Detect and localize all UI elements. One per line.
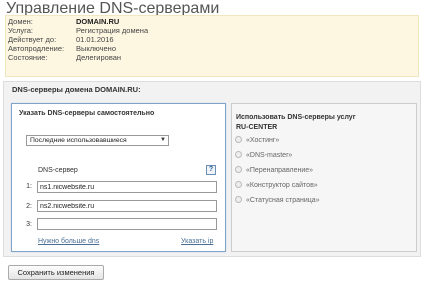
radio-label: «Конструктор сайтов»	[246, 182, 318, 189]
radio-button[interactable]	[235, 196, 242, 203]
radio-button[interactable]	[235, 166, 242, 173]
help-icon[interactable]: ?	[206, 165, 216, 175]
valid-until-label: Действует до:	[8, 35, 57, 44]
domain-label: Домен:	[8, 17, 33, 26]
specify-ip-link[interactable]: Указать ip	[181, 238, 213, 245]
radio-button[interactable]	[235, 136, 242, 143]
info-row-service: Услуга: Регистрация домена	[8, 26, 148, 35]
recent-dns-select-value: Последние использовавшиеся	[30, 137, 127, 144]
service-label: Услуга:	[8, 26, 33, 35]
manual-dns-title: Указать DNS-серверы самостоятельно	[19, 110, 155, 117]
info-row-valid: Действует до: 01.01.2016	[8, 35, 114, 44]
autorenew-value: Выключено	[76, 44, 116, 53]
service-value: Регистрация домена	[76, 26, 149, 35]
dns-server-2-input[interactable]	[37, 200, 217, 212]
state-value: Делегирован	[76, 53, 122, 62]
radio-label: «Статусная страница»	[246, 197, 320, 204]
info-row-domain: Домен: DOMAIN.RU	[8, 17, 119, 26]
radio-option-status-page[interactable]: «Статусная страница»	[235, 196, 320, 206]
recent-dns-select[interactable]: Последние использовавшиеся ▼	[26, 135, 169, 146]
radio-label: «Перенаправление»	[246, 167, 314, 174]
dns-row-number: 1:	[26, 183, 32, 190]
radio-option-dns-master[interactable]: «DNS-master»	[235, 151, 292, 161]
autorenew-label: Автопродление:	[8, 44, 65, 53]
radio-button[interactable]	[235, 181, 242, 188]
dns-server-3-input[interactable]	[37, 218, 217, 230]
radio-option-site-builder[interactable]: «Конструктор сайтов»	[235, 181, 318, 191]
save-button[interactable]: Сохранить изменения	[8, 265, 104, 280]
valid-until-value: 01.01.2016	[76, 35, 114, 44]
dns-server-1-input[interactable]	[37, 181, 217, 193]
radio-label: «DNS-master»	[246, 152, 293, 159]
dns-row-number: 3:	[26, 221, 32, 228]
dns-section-title: DNS-серверы домена DOMAIN.RU:	[12, 85, 141, 94]
chevron-down-icon: ▼	[160, 137, 166, 143]
dns-server-label: DNS-сервер	[38, 167, 78, 174]
dns-row-number: 2:	[26, 203, 32, 210]
info-row-state: Состояние: Делегирован	[8, 53, 121, 62]
domain-value: DOMAIN.RU	[76, 17, 120, 26]
radio-button[interactable]	[235, 151, 242, 158]
more-dns-link[interactable]: Нужно больше dns	[38, 238, 99, 245]
info-row-autorenew: Автопродление: Выключено	[8, 44, 116, 53]
radio-option-hosting[interactable]: «Хостинг»	[235, 136, 279, 146]
state-label: Состояние:	[8, 53, 48, 62]
radio-option-redirect[interactable]: «Перенаправление»	[235, 166, 313, 176]
radio-label: «Хостинг»	[246, 137, 280, 144]
rucenter-title-line1: Использовать DNS-серверы услуг	[236, 114, 356, 121]
rucenter-title-line2: RU-CENTER	[236, 124, 278, 131]
